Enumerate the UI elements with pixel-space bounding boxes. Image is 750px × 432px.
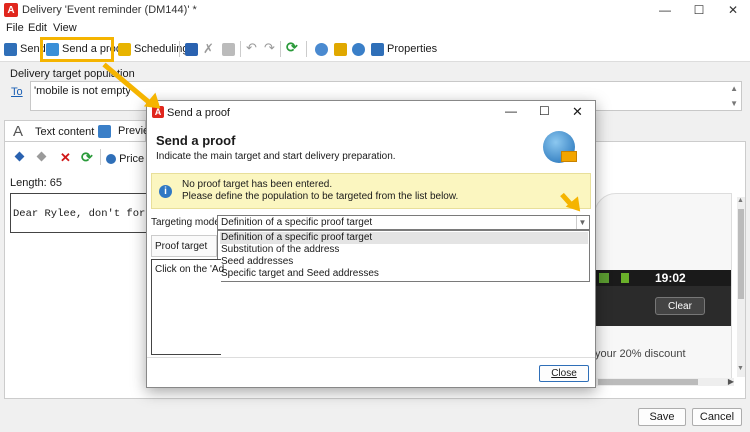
close-window-button[interactable]: ✕ <box>716 0 750 20</box>
warning-box: i No proof target has been entered. Plea… <box>151 173 591 209</box>
length-indicator: Length: 65 <box>10 177 63 189</box>
targeting-label: Targeting mode: <box>151 217 223 228</box>
maximize-button[interactable]: ☐ <box>682 0 716 20</box>
scroll-down-icon[interactable]: ▼ <box>737 365 744 372</box>
refresh-content-icon[interactable]: ⟳ <box>81 149 93 166</box>
phone-status-bar: 19:02 <box>595 270 731 286</box>
window-title: Delivery 'Event reminder (DM144)' * <box>22 4 197 16</box>
title-bar: A Delivery 'Event reminder (DM144)' * — … <box>0 0 750 20</box>
approval-icon[interactable] <box>352 43 365 56</box>
separator <box>280 41 281 57</box>
phone-time: 19:02 <box>655 271 686 285</box>
menu-edit[interactable]: Edit <box>28 22 47 34</box>
target-query-text: 'mobile is not empty' <box>34 85 133 97</box>
globe-mail-icon <box>543 131 577 163</box>
sms-editor[interactable]: Dear Rylee, don't forget <box>10 193 150 233</box>
gift-icon[interactable] <box>334 43 347 56</box>
dialog-divider <box>147 357 595 358</box>
minimize-button[interactable]: — <box>648 0 682 20</box>
properties-button[interactable]: Properties <box>371 40 437 58</box>
chevron-down-icon[interactable]: ▼ <box>576 216 588 229</box>
dropdown-option[interactable]: Definition of a specific proof target <box>220 232 588 244</box>
dialog-maximize-button[interactable]: ☐ <box>539 104 550 118</box>
dropdown-option[interactable]: Specific target and Seed addresses <box>220 268 588 280</box>
save-button[interactable]: Save <box>638 408 686 426</box>
text-icon: A <box>13 123 24 140</box>
cancel-button[interactable]: Cancel <box>692 408 742 426</box>
menu-bar: File Edit View <box>0 20 750 36</box>
dropdown-option[interactable]: Seed addresses <box>220 256 588 268</box>
properties-icon <box>371 42 384 56</box>
calendar-icon <box>118 42 131 56</box>
dropdown-option[interactable]: Substitution of the address <box>220 244 588 256</box>
phone-clear-button: Clear <box>655 297 705 315</box>
scroll-right-icon[interactable]: ▶ <box>728 377 734 386</box>
undo-icon[interactable]: ↶ <box>246 40 257 56</box>
warning-line1: No proof target has been entered. <box>182 179 333 190</box>
dialog-heading: Send a proof <box>156 133 236 148</box>
dialog-close-icon[interactable]: ✕ <box>572 104 583 120</box>
dialog-window-title: Send a proof <box>167 107 230 119</box>
battery-icon <box>621 273 629 283</box>
menu-file[interactable]: File <box>6 22 24 34</box>
scroll-up-icon[interactable]: ▲ <box>737 197 744 204</box>
info-icon: i <box>159 185 172 198</box>
dialog-minimize-button[interactable]: — <box>505 104 517 118</box>
to-link[interactable]: To <box>11 86 23 98</box>
scheduling-button[interactable]: Scheduling <box>118 40 188 58</box>
redo-icon[interactable]: ↷ <box>264 40 275 56</box>
send-proof-highlight <box>40 37 114 62</box>
separator <box>306 41 307 57</box>
copy-icon[interactable] <box>185 43 198 56</box>
targeting-dropdown-list: Definition of a specific proof target Su… <box>217 230 590 282</box>
menu-view[interactable]: View <box>53 22 77 34</box>
refresh-icon[interactable]: ⟳ <box>286 39 298 56</box>
paste-icon[interactable] <box>222 43 235 56</box>
targeting-selected: Definition of a specific proof target <box>221 217 373 228</box>
signal-icon <box>599 273 609 283</box>
vertical-scrollbar[interactable]: ▲ ▼ <box>737 197 745 377</box>
sms-message-text: Dear Rylee, don't forget <box>13 208 150 220</box>
horizontal-scrollbar[interactable]: ▶ <box>594 377 734 386</box>
proof-target-panel: Click on the 'Ad <box>151 259 225 355</box>
send-icon <box>4 42 17 56</box>
dialog-title-bar: A Send a proof — ☐ ✕ <box>147 101 595 123</box>
length-value: 65 <box>49 177 63 189</box>
separator <box>100 149 101 165</box>
dialog-subtitle: Indicate the main target and start deliv… <box>156 151 396 162</box>
tab-preview[interactable]: Previe <box>96 120 149 142</box>
link-icon[interactable] <box>315 43 328 56</box>
close-button[interactable]: Close <box>539 365 589 382</box>
scroll-thumb[interactable] <box>598 379 698 385</box>
delete-icon[interactable]: ✕ <box>60 150 71 166</box>
warning-line2: Please define the population to be targe… <box>182 191 459 202</box>
targeting-mode-select[interactable]: Definition of a specific proof target ▼ <box>217 215 590 230</box>
cut-icon[interactable]: ✗ <box>203 41 214 57</box>
scroll-up-icon[interactable]: ▲ <box>730 84 738 93</box>
phone-preview: 19:02 Clear your 20% discount <box>594 193 732 383</box>
envelope-icon <box>561 151 577 162</box>
phone-toolbar: Clear <box>595 286 731 326</box>
adobe-logo-icon: A <box>4 3 18 17</box>
phone-sms-text: your 20% discount <box>595 348 686 360</box>
separator <box>240 41 241 57</box>
person-icon <box>106 154 116 165</box>
proof-target-text: Click on the 'Ad <box>155 264 225 275</box>
scroll-thumb[interactable] <box>738 209 744 299</box>
preview-icon <box>98 125 111 138</box>
separator <box>179 41 180 57</box>
send-proof-dialog: A Send a proof — ☐ ✕ Send a proof Indica… <box>146 100 596 388</box>
proof-target-tab[interactable]: Proof target <box>151 235 217 257</box>
scroll-down-icon[interactable]: ▼ <box>730 99 738 108</box>
